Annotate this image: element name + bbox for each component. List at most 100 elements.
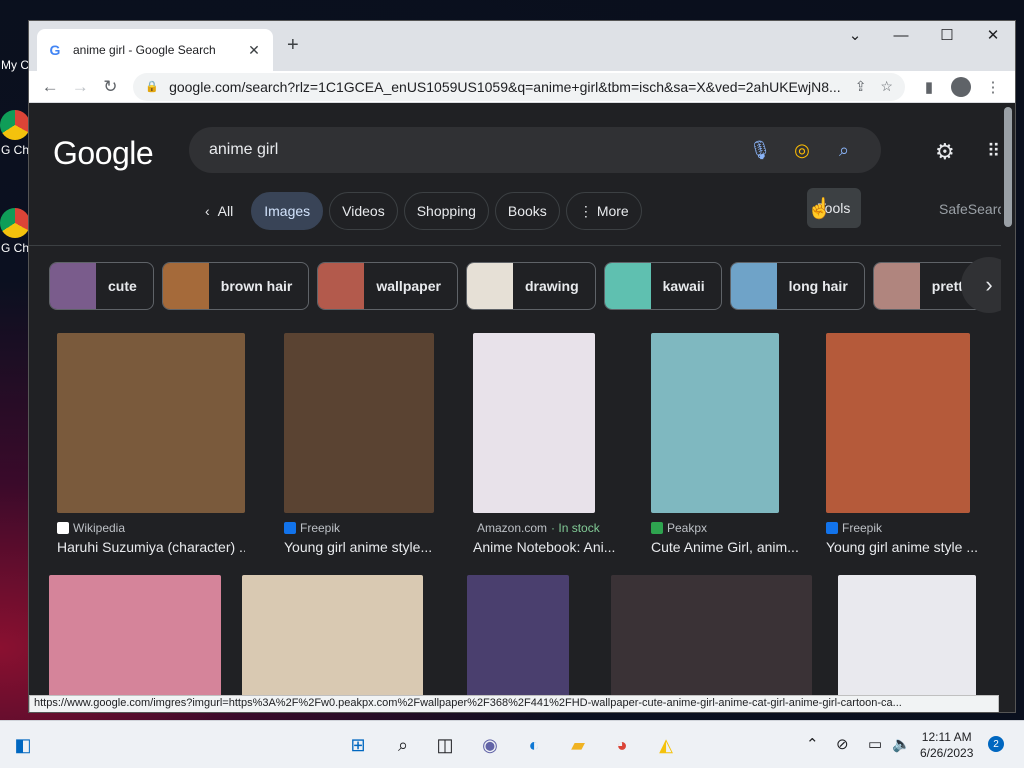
result-image[interactable] [611, 575, 812, 712]
minimize-button[interactable]: — [878, 25, 924, 47]
scrollbar-thumb[interactable] [1004, 107, 1012, 227]
display-icon[interactable]: ▭ [868, 735, 882, 753]
related-label: drawing [524, 278, 579, 294]
result-caption[interactable]: Anime Notebook: Ani... [473, 539, 621, 555]
filter-images[interactable]: Images [251, 192, 324, 230]
notification-badge[interactable]: 2 [988, 736, 1004, 752]
search-box[interactable]: anime girl 🎙 ◎ ⌕ [189, 127, 881, 173]
filter-videos[interactable]: Videos [329, 192, 398, 230]
related-thumb [466, 263, 513, 309]
forward-arrow-icon[interactable]: → [65, 77, 95, 97]
result-caption[interactable]: Young girl anime style... [284, 539, 459, 555]
tab-title: anime girl - Google Search [73, 43, 216, 57]
tab-close-icon[interactable]: ✕ [245, 42, 263, 59]
related-label: brown hair [220, 278, 293, 294]
image-result[interactable] [467, 575, 569, 712]
image-result[interactable]: Peakpx Cute Anime Girl, anim... [651, 333, 799, 555]
image-result[interactable] [838, 575, 976, 712]
result-source[interactable]: Freepik [284, 521, 434, 535]
network-status-icon[interactable]: ⊘ [836, 735, 849, 753]
taskbar-clock[interactable]: 12:11 AM 6/26/2023 [920, 729, 973, 761]
result-image[interactable] [467, 575, 569, 712]
result-caption[interactable]: Young girl anime style ... [826, 539, 982, 555]
filter-books[interactable]: Books [494, 192, 560, 230]
result-image[interactable] [838, 575, 976, 712]
widgets-icon[interactable]: ◧ [10, 733, 36, 757]
filter-shopping[interactable]: Shopping [403, 192, 489, 230]
freepik-favicon-icon [284, 522, 296, 534]
edge-browser-icon[interactable]: ◐ [521, 733, 547, 757]
show-hidden-icons-chevron-icon[interactable]: ⌃ [806, 735, 819, 753]
image-result[interactable]: Freepik Young girl anime style ... [826, 333, 978, 555]
side-panel-icon[interactable]: ▮ [913, 78, 945, 96]
result-image[interactable] [242, 575, 423, 712]
start-windows-icon[interactable]: ⊞ [345, 733, 371, 757]
related-chip-wallpaper[interactable]: wallpaper [317, 262, 458, 310]
image-result[interactable] [242, 575, 423, 712]
related-thumb [50, 263, 96, 309]
reload-icon[interactable]: ↻ [95, 77, 125, 97]
filter-more[interactable]: ⋮ More [565, 192, 642, 230]
app-taskbar-icon[interactable]: ◭ [653, 733, 679, 757]
filter-all[interactable]: ‹ All [193, 192, 245, 230]
more-dots-icon: ⋮ [578, 202, 593, 219]
search-input[interactable]: anime girl [209, 141, 739, 159]
result-source[interactable]: Wikipedia [57, 521, 245, 535]
new-tab-button[interactable]: + [287, 34, 299, 57]
maximize-button[interactable]: ☐ [924, 25, 970, 47]
page-scrollbar[interactable] [1001, 103, 1015, 712]
image-result[interactable]: Wikipedia Haruhi Suzumiya (character) ..… [57, 333, 245, 555]
result-source[interactable]: Peakpx [651, 521, 779, 535]
file-explorer-icon[interactable]: ▰ [565, 733, 591, 757]
related-chip-cute[interactable]: cute [49, 262, 154, 310]
result-caption[interactable]: Haruhi Suzumiya (character) ... [57, 539, 245, 555]
related-chip-drawing[interactable]: drawing [465, 262, 596, 310]
related-chip-long-hair[interactable]: long hair [729, 262, 865, 310]
bookmark-star-icon[interactable]: ☆ [880, 78, 893, 95]
result-source-name: Amazon.com [477, 521, 548, 535]
result-image[interactable] [473, 333, 595, 513]
search-taskbar-icon[interactable]: ⌕ [390, 733, 416, 757]
menu-kebab-icon[interactable]: ⋮ [977, 78, 1009, 96]
result-source[interactable]: Amazon.com · In stock [473, 521, 600, 535]
result-image[interactable] [49, 575, 221, 712]
result-image[interactable] [826, 333, 970, 513]
url-text[interactable]: google.com/search?rlz=1C1GCEA_enUS1059US… [169, 79, 841, 95]
profile-avatar-icon[interactable] [950, 76, 971, 97]
teams-chat-icon[interactable]: ◉ [477, 733, 503, 757]
related-label: wallpaper [376, 278, 441, 294]
chrome-taskbar-icon[interactable]: ◕ [609, 733, 635, 757]
microphone-icon[interactable]: 🎙 [739, 140, 781, 161]
desktop-icon-chrome-2[interactable]: G Ch [0, 208, 30, 255]
share-icon[interactable]: ⇪ [855, 78, 867, 95]
result-image[interactable] [284, 333, 434, 513]
related-searches: cute brown hair wallpaper drawing kawaii… [49, 262, 996, 310]
search-icon[interactable]: ⌕ [823, 140, 865, 161]
back-arrow-icon[interactable]: ← [35, 77, 65, 97]
related-label: long hair [788, 278, 848, 294]
google-lens-icon[interactable]: ◎ [781, 140, 823, 161]
address-bar[interactable]: 🔒 google.com/search?rlz=1C1GCEA_enUS1059… [133, 72, 905, 101]
result-image[interactable] [57, 333, 245, 513]
chrome-icon [0, 110, 30, 140]
settings-gear-icon[interactable]: ⚙ [935, 139, 955, 165]
close-window-button[interactable]: ✕ [970, 25, 1015, 47]
image-result[interactable] [49, 575, 221, 712]
apps-grid-icon[interactable]: ⠿ [987, 141, 1000, 162]
image-result[interactable] [611, 575, 812, 712]
result-source[interactable]: Freepik [826, 521, 970, 535]
related-chip-kawaii[interactable]: kawaii [603, 262, 722, 310]
image-result[interactable]: Freepik Young girl anime style... [284, 333, 434, 555]
result-source-name: Freepik [842, 521, 883, 535]
tab-google-search[interactable]: G anime girl - Google Search ✕ [37, 29, 273, 71]
task-view-icon[interactable]: ◫ [432, 733, 458, 757]
desktop-icon-chrome[interactable]: G Ch [0, 110, 30, 157]
image-result[interactable]: Amazon.com · In stock Anime Notebook: Ani… [473, 333, 615, 555]
google-logo[interactable]: Google [53, 135, 154, 172]
tab-search-dropdown-icon[interactable]: ⌄ [832, 25, 878, 47]
result-caption[interactable]: Cute Anime Girl, anim... [651, 539, 803, 555]
volume-icon[interactable]: 🔈 [892, 735, 911, 753]
result-image[interactable] [651, 333, 779, 513]
related-chip-brown-hair[interactable]: brown hair [161, 262, 310, 310]
desktop-icon-my-computer[interactable]: My C [0, 58, 30, 72]
